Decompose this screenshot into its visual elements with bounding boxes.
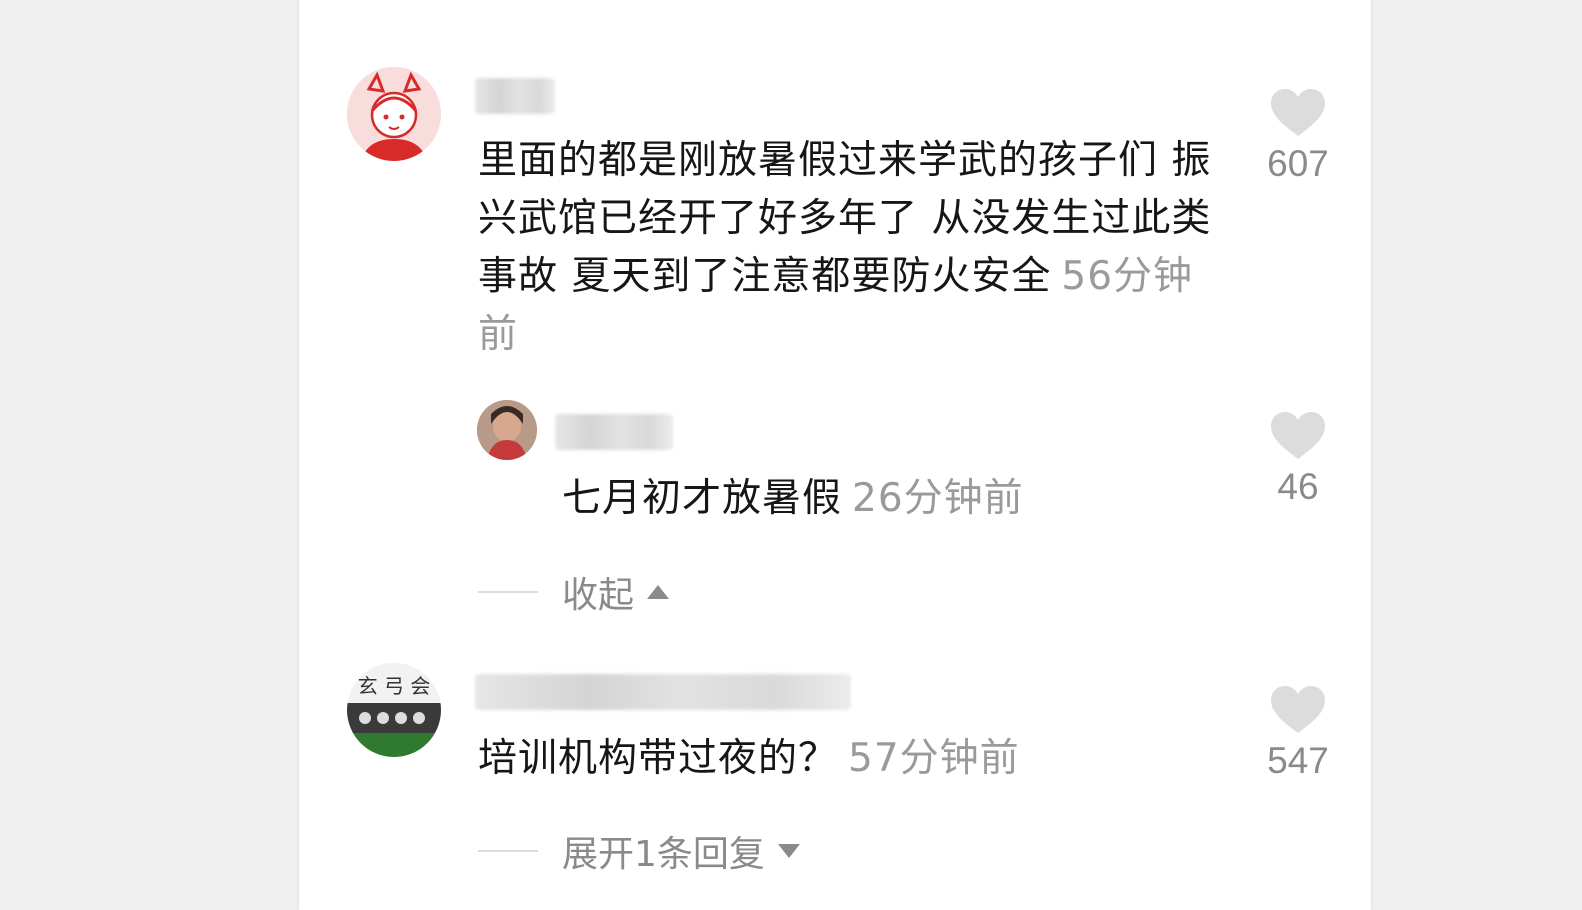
username-blurred[interactable] [475,674,851,710]
svg-text:玄 弓 会: 玄 弓 会 [358,674,431,698]
like-button[interactable]: 607 [1253,88,1343,186]
reply-user-avatar[interactable] [477,400,537,460]
archery-logo-avatar-icon: 玄 弓 会 [347,663,441,757]
comment-panel: 里面的都是刚放暑假过来学武的孩子们 振兴武馆已经开了好多年了 从没发生过此类事故… [299,0,1371,910]
like-count: 547 [1267,740,1329,781]
caret-down-icon [777,844,800,858]
reply-like-button[interactable]: 46 [1253,411,1343,509]
reply-like-count: 46 [1277,466,1319,507]
user-avatar[interactable]: 玄 弓 会 [347,663,441,757]
heart-icon [1271,89,1325,136]
reply-username-blurred[interactable] [555,414,673,450]
heart-icon [1271,412,1325,459]
collapse-replies-button[interactable]: 收起 [478,566,670,618]
reply-text[interactable]: 七月初才放暑假 26分钟前 [562,470,1242,528]
collapse-label: 收起 [562,575,635,616]
reply-time: 26分钟前 [852,476,1024,521]
comment-text[interactable]: 里面的都是刚放暑假过来学武的孩子们 振兴武馆已经开了好多年了 从没发生过此类事故… [478,132,1218,364]
expand-replies-button[interactable]: 展开1条回复 [478,825,801,877]
comment-body: 培训机构带过夜的？ [478,736,839,781]
username-blurred[interactable] [475,78,555,114]
like-count: 607 [1267,143,1329,184]
comment-text[interactable]: 培训机构带过夜的？ 57分钟前 [478,730,1218,788]
reply-body: 七月初才放暑假 [562,476,843,521]
heart-icon [1271,686,1325,733]
comment-time: 57分钟前 [848,736,1020,781]
caret-up-icon [647,585,670,599]
photo-avatar-icon [477,400,537,460]
expand-label: 展开1条回复 [562,834,765,875]
divider-line [478,591,538,593]
cartoon-girl-avatar-icon [347,67,441,161]
divider-line [478,850,538,852]
user-avatar[interactable] [347,67,441,161]
like-button[interactable]: 547 [1253,685,1343,783]
